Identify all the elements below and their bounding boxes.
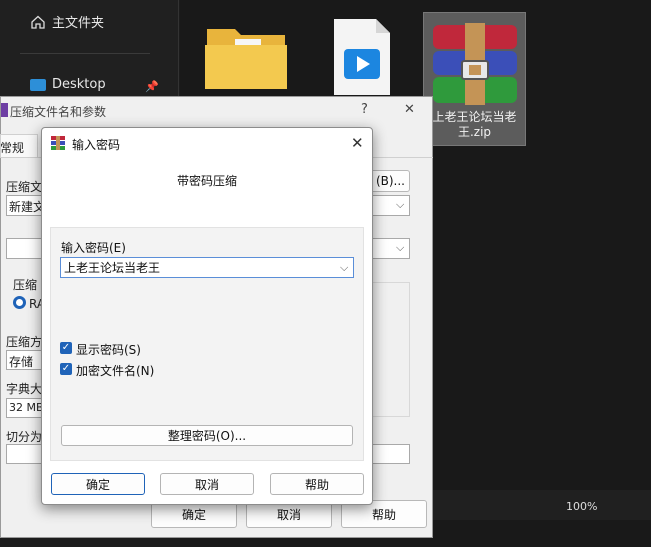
split-field[interactable] bbox=[6, 444, 42, 464]
ok-button[interactable]: 确定 bbox=[51, 473, 145, 495]
chevron-down-icon: ⌵ bbox=[396, 241, 405, 254]
winrar-app-icon bbox=[1, 103, 8, 117]
chevron-down-icon[interactable]: ⌵ bbox=[396, 198, 404, 212]
pane-divider[interactable] bbox=[178, 0, 179, 100]
chevron-down-icon[interactable]: ⌵ bbox=[340, 261, 348, 275]
close-icon[interactable]: ✕ bbox=[404, 102, 415, 117]
file-tile-zip[interactable]: 上老王论坛当老王.zip bbox=[423, 12, 526, 146]
nav-divider bbox=[20, 53, 150, 54]
winrar-app-icon bbox=[50, 135, 66, 151]
password-input[interactable]: 上老王论坛当老王 bbox=[60, 257, 354, 278]
file-name: 上老王论坛当老王.zip bbox=[432, 110, 517, 139]
password-input-value: 上老王论坛当老王 bbox=[64, 261, 161, 275]
close-icon[interactable]: ✕ bbox=[351, 134, 364, 152]
password-set-field[interactable] bbox=[368, 444, 410, 464]
format-label: 压缩 bbox=[13, 278, 38, 292]
help-button[interactable]: 帮助 bbox=[270, 473, 364, 495]
video-file-icon bbox=[326, 15, 396, 102]
nav-item-desktop-label: Desktop bbox=[52, 77, 106, 92]
format-radio[interactable] bbox=[13, 296, 26, 309]
archive-name-label: 压缩文 bbox=[6, 180, 43, 194]
options-groupbox bbox=[368, 282, 410, 417]
ok-button-label: 确定 bbox=[181, 507, 206, 522]
show-password-label: 显示密码(S) bbox=[76, 343, 141, 357]
password-label: 输入密码(E) bbox=[61, 241, 126, 255]
zoom-level: 100% bbox=[566, 500, 598, 513]
organize-passwords-button[interactable]: 整理密码(O)... bbox=[61, 425, 353, 446]
cancel-button-label: 取消 bbox=[276, 507, 301, 522]
cancel-button-label: 取消 bbox=[194, 477, 219, 492]
encrypt-filenames-label: 加密文件名(N) bbox=[76, 364, 155, 378]
browse-button-label: (B)... bbox=[375, 174, 405, 188]
dict-label: 字典大 bbox=[6, 382, 43, 396]
dialog-subtitle: 带密码压缩 bbox=[176, 174, 237, 188]
browse-button[interactable]: (B)... bbox=[368, 170, 410, 192]
method-label: 压缩方 bbox=[6, 335, 43, 349]
pin-icon[interactable]: 📌 bbox=[145, 80, 159, 93]
method-value: 存储 bbox=[9, 355, 34, 369]
dialog-title: 输入密码 bbox=[72, 138, 121, 152]
organize-passwords-label: 整理密码(O)... bbox=[167, 429, 247, 443]
ok-button-label: 确定 bbox=[85, 477, 110, 492]
folder-icon bbox=[201, 15, 291, 98]
cancel-button[interactable]: 取消 bbox=[160, 473, 254, 495]
archive-name-value: 新建文 bbox=[9, 200, 46, 214]
profile-select[interactable] bbox=[6, 238, 46, 259]
help-button-label: 帮助 bbox=[304, 477, 329, 492]
nav-item-home[interactable]: 主文件夹 bbox=[30, 12, 104, 31]
show-password-checkbox[interactable]: ✓ bbox=[60, 342, 72, 354]
help-icon[interactable]: ? bbox=[361, 102, 368, 117]
home-icon bbox=[30, 14, 46, 30]
winrar-archive-icon bbox=[427, 21, 523, 110]
dialog-title: 压缩文件名和参数 bbox=[10, 105, 107, 119]
desktop-icon bbox=[30, 78, 46, 91]
help-button-label: 帮助 bbox=[371, 507, 396, 522]
status-bar bbox=[430, 490, 651, 520]
dict-value: 32 MB bbox=[9, 401, 44, 414]
encrypt-filenames-checkbox[interactable]: ✓ bbox=[60, 363, 72, 375]
nav-item-desktop[interactable]: Desktop bbox=[30, 77, 106, 92]
nav-item-home-label: 主文件夹 bbox=[52, 16, 105, 31]
tab-general-label: 常规 bbox=[0, 141, 25, 155]
split-label: 切分为 bbox=[6, 430, 43, 444]
